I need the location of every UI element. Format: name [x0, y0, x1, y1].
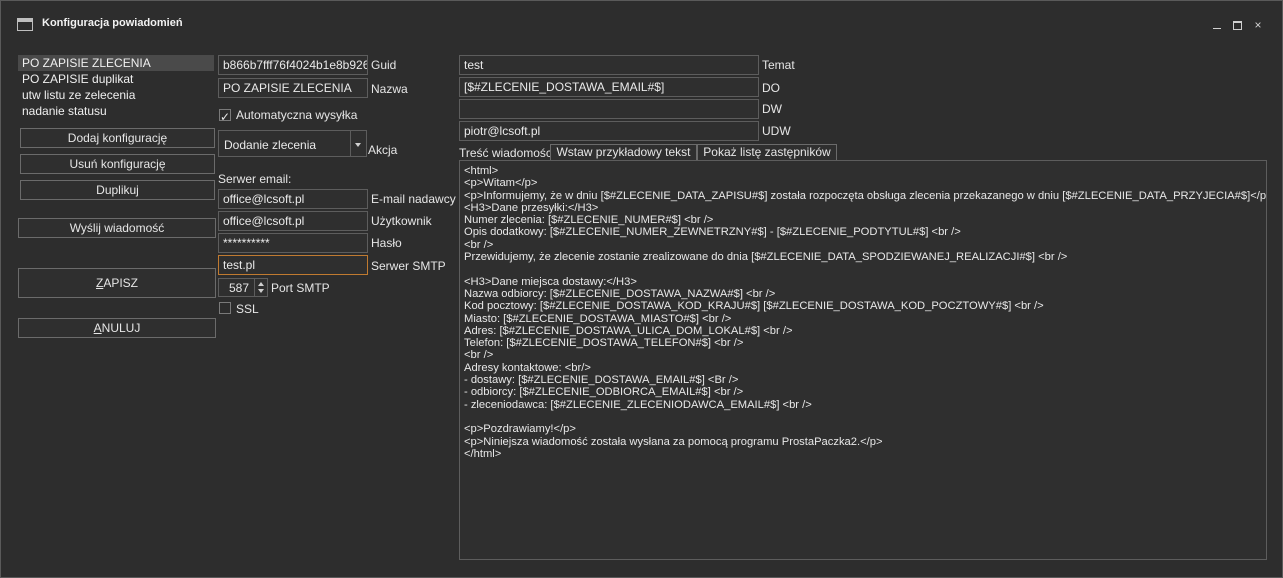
body-label: Treść wiadomości:: [459, 146, 558, 160]
config-list-item[interactable]: utw listu ze zelecenia: [18, 87, 214, 103]
username-field[interactable]: office@lcsoft.pl: [218, 211, 368, 231]
chevron-down-icon[interactable]: [350, 131, 366, 156]
smtp-port-value: 587: [228, 281, 249, 295]
config-list[interactable]: PO ZAPISIE ZLECENIA PO ZAPISIE duplikat ut…: [18, 55, 214, 121]
bcc-label: UDW: [762, 124, 791, 138]
message-body-line: [464, 411, 1262, 423]
subject-field[interactable]: test: [459, 55, 759, 75]
message-body-line: <p>Informujemy, że w dniu [$#ZLECENIE_DA…: [464, 189, 1267, 202]
name-label: Nazwa: [371, 82, 408, 96]
save-mnemonic: Z: [95, 276, 104, 290]
message-body-line: <p>Witam</p>: [464, 177, 538, 190]
message-body-line: <html>: [464, 165, 499, 177]
minimize-icon[interactable]: [1210, 18, 1224, 32]
message-body-line: <H3>Dane miejsca dostawy:</H3>: [464, 275, 637, 288]
remove-config-button[interactable]: Usuń konfigurację: [20, 154, 215, 174]
message-body-line: Opis dodatkowy: [$#ZLECENIE_NUMER_ZEWNET…: [464, 226, 961, 239]
cancel-mnemonic: A: [93, 321, 102, 335]
message-body-line: <H3>Dane przesyłki:</H3>: [464, 201, 599, 214]
cancel-label-rest: NULUJ: [101, 321, 141, 335]
name-field[interactable]: PO ZAPISIE ZLECENIA: [218, 78, 368, 98]
message-body-line: Adresy kontaktowe: <br/>: [464, 361, 591, 374]
smtp-server-field[interactable]: test.pl: [218, 255, 368, 275]
save-label-rest: APISZ: [103, 276, 139, 290]
close-icon[interactable]: ×: [1251, 18, 1265, 32]
window-app-icon: [17, 18, 33, 31]
smtp-port-label: Port SMTP: [271, 281, 330, 295]
bcc-field[interactable]: piotr@lcsoft.pl: [459, 121, 759, 141]
message-body-line: Adres: [$#ZLECENIE_DOSTAWA_ULICA_DOM_LOK…: [464, 324, 793, 337]
message-body-line: Miasto: [$#ZLECENIE_DOSTAWA_MIASTO#$] <b…: [464, 312, 732, 325]
smtp-port-stepper[interactable]: 587: [218, 278, 268, 297]
message-body-line: <p>Pozdrawiamy!</p>: [464, 423, 576, 436]
stepper-buttons[interactable]: [254, 279, 267, 296]
tab-insert-sample[interactable]: Wstaw przykładowy tekst: [550, 144, 697, 160]
cc-field[interactable]: [459, 99, 759, 119]
chevron-up-icon[interactable]: [258, 282, 264, 286]
action-label: Akcja: [368, 143, 398, 157]
guid-field[interactable]: b866b7fff76f4024b1e8b92607: [218, 55, 368, 75]
tab-show-placeholders[interactable]: Pokaż listę zastępników: [697, 144, 837, 160]
message-body-line: Numer zlecenia: [$#ZLECENIE_NUMER#$] <br…: [464, 214, 714, 227]
auto-send-checkbox[interactable]: ✓: [219, 109, 231, 124]
save-button[interactable]: Z APISZ: [18, 268, 216, 298]
message-body-line: Nazwa odbiorcy: [$#ZLECENIE_DOSTAWA_NAZW…: [464, 287, 776, 300]
config-window: Konfiguracja powiadomień × PO ZAPISIE ZL…: [0, 0, 1283, 578]
message-body-line: - dostawy: [$#ZLECENIE_DOSTAWA_EMAIL#$] …: [464, 374, 739, 387]
to-label: DO: [762, 81, 780, 95]
message-body-line: Przewidujemy, że zlecenie zostanie zreal…: [464, 251, 1068, 264]
message-body-line: Kod pocztowy: [$#ZLECENIE_DOSTAWA_KOD_KR…: [464, 300, 1044, 313]
message-body-line: - zleceniodawca: [$#ZLECENIE_ZLECENIODAW…: [464, 398, 812, 411]
config-list-item[interactable]: PO ZAPISIE duplikat: [18, 71, 214, 87]
ssl-label: SSL: [236, 302, 259, 316]
config-list-item[interactable]: nadanie statusu: [18, 103, 214, 119]
message-body-line: <p>Niniejsza wiadomość została wysłana z…: [464, 435, 883, 448]
action-dropdown-value: Dodanie zlecenia: [224, 138, 317, 152]
maximize-icon[interactable]: [1230, 18, 1244, 32]
message-body-line: - odbiorcy: [$#ZLECENIE_ODBIORCA_EMAIL#$…: [464, 386, 744, 399]
checkmark-icon: ✓: [220, 110, 231, 124]
smtp-server-label: Serwer SMTP: [371, 259, 446, 273]
password-label: Hasło: [371, 236, 402, 250]
action-dropdown[interactable]: Dodanie zlecenia: [218, 130, 367, 157]
message-body-editor[interactable]: <html> <p>Witam</p> <p>Informujemy, że w d…: [459, 160, 1267, 560]
sender-email-field[interactable]: office@lcsoft.pl: [218, 189, 368, 209]
server-section-label: Serwer email:: [218, 172, 292, 186]
cc-label: DW: [762, 102, 782, 116]
to-field[interactable]: [$#ZLECENIE_DOSTAWA_EMAIL#$]: [459, 77, 759, 97]
message-body-line: <br />: [464, 238, 494, 251]
duplicate-config-button[interactable]: Duplikuj: [20, 180, 215, 200]
window-title: Konfiguracja powiadomień: [42, 17, 183, 29]
username-label: Użytkownik: [371, 214, 432, 228]
title-bar: Konfiguracja powiadomień ×: [1, 1, 1282, 32]
config-list-item[interactable]: PO ZAPISIE ZLECENIA: [18, 55, 214, 71]
sender-email-label: E-mail nadawcy: [371, 192, 456, 206]
cancel-button[interactable]: A NULUJ: [18, 318, 216, 338]
password-field[interactable]: **********: [218, 233, 368, 253]
message-body-line: Telefon: [$#ZLECENIE_DOSTAWA_TELEFON#$] …: [464, 337, 744, 350]
auto-send-label: Automatyczna wysyłka: [236, 108, 358, 122]
message-body-line: <br />: [464, 349, 494, 362]
guid-label: Guid: [371, 58, 397, 72]
chevron-down-icon[interactable]: [258, 289, 264, 293]
message-body-line: </html>: [464, 447, 502, 460]
subject-label: Temat: [762, 58, 795, 72]
add-config-button[interactable]: Dodaj konfigurację: [20, 128, 215, 148]
message-body-line: [464, 263, 1262, 275]
ssl-checkbox[interactable]: [219, 302, 231, 314]
send-message-button[interactable]: Wyślij wiadomość: [18, 218, 216, 238]
